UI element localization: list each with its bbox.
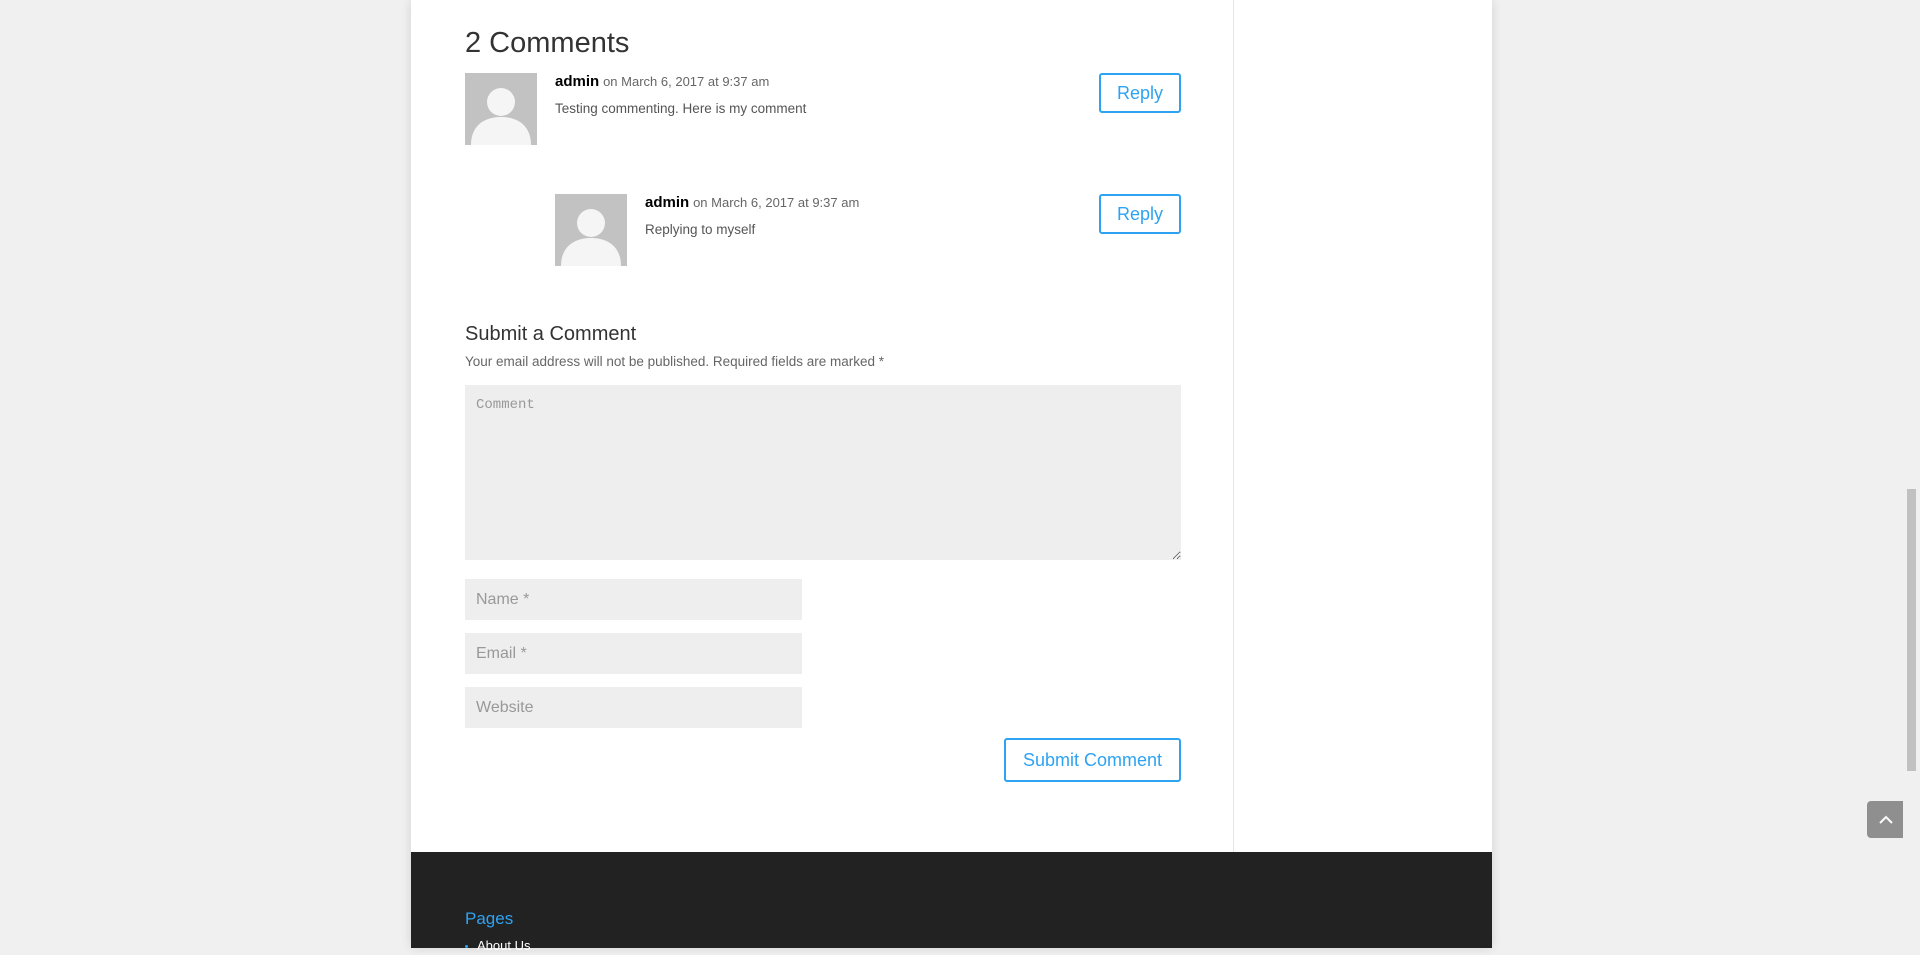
chevron-up-icon [1878,815,1893,824]
comment-item-reply: admin on March 6, 2017 at 9:37 am Replyi… [555,194,1181,266]
comment-author[interactable]: admin [555,73,599,90]
comment-notes: Your email address will not be published… [465,354,884,369]
name-field[interactable] [465,579,802,620]
comment-textarea[interactable] [465,385,1181,560]
comment-date[interactable]: on March 6, 2017 at 9:37 am [603,74,769,89]
footer-link-about-us[interactable]: About Us [477,938,530,953]
avatar [465,73,537,145]
scrollbar-track[interactable] [1903,0,1920,948]
reply-button[interactable]: Reply [1099,194,1181,234]
footer-widget-title: Pages [465,909,514,928]
footer-list-item: About Us [465,937,530,955]
comment-author[interactable]: admin [645,194,689,211]
reply-button[interactable]: Reply [1099,73,1181,113]
comments-title: 2 Comments [465,27,630,59]
comment-text: Testing commenting. Here is my comment [555,101,807,116]
sidebar-divider [1233,0,1234,852]
comment-date[interactable]: on March 6, 2017 at 9:37 am [693,195,859,210]
comment-text: Replying to myself [645,222,756,237]
comment-meta: admin on March 6, 2017 at 9:37 am [645,192,859,213]
email-field[interactable] [465,633,802,674]
comment-item: admin on March 6, 2017 at 9:37 am Testin… [465,73,1181,145]
submit-comment-title: Submit a Comment [465,323,637,345]
avatar [555,194,627,266]
scrollbar-thumb[interactable] [1907,489,1916,771]
back-to-top-button[interactable] [1867,801,1904,838]
submit-comment-button[interactable]: Submit Comment [1004,738,1181,782]
default-user-avatar-icon [465,73,537,145]
page-container: 2 Comments admin on March 6, 2017 at 9:3… [411,0,1492,953]
footer-pages-list: About Us [465,937,530,955]
comment-meta: admin on March 6, 2017 at 9:37 am [555,71,769,92]
website-field[interactable] [465,687,802,728]
footer: Pages About Us [411,852,1492,953]
default-user-avatar-icon [555,194,627,266]
